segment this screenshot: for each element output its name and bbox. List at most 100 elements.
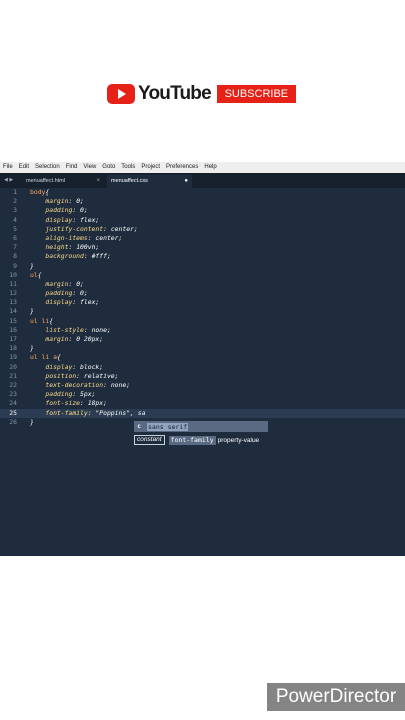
code-token: ; [95,215,100,224]
menu-find[interactable]: Find [66,162,78,173]
code-line[interactable]: 17 margin: 0 20px; [0,335,405,344]
autocomplete-property-name: font-family [168,435,216,445]
code-token: : [72,215,81,224]
code-line[interactable]: 22 text-decoration: none; [0,381,405,390]
menu-file[interactable]: File [3,162,13,173]
code-text: } [30,307,34,316]
code-text: font-size: 18px; [30,399,107,408]
code-token: : [80,399,88,408]
code-line[interactable]: 12 padding: 0; [0,289,405,298]
menu-bar: File Edit Selection Find View Goto Tools… [0,162,405,173]
powerdirector-watermark: PowerDirector [267,683,405,711]
line-number: 16 [9,325,17,334]
code-line[interactable]: 10 ul{ [0,271,405,280]
code-text: } [30,262,34,271]
code-token: { [45,188,50,196]
code-line[interactable]: 11 margin: 0; [0,280,405,289]
code-token: font-size [45,399,81,408]
menu-help[interactable]: Help [204,162,216,173]
code-token: : [72,362,81,371]
code-token: ul li [30,316,50,325]
menu-selection[interactable]: Selection [35,162,60,173]
code-line[interactable]: 7 height: 100vh; [0,243,405,252]
tab-menuaffect-css[interactable]: menuaffect.css ● [107,175,192,188]
code-token: body [30,188,46,196]
code-text: ul li a{ [30,353,61,362]
code-text: display: flex; [30,216,99,225]
menu-tools[interactable]: Tools [121,162,135,173]
menu-preferences[interactable]: Preferences [166,162,198,173]
unsaved-dot-icon[interactable]: ● [184,175,188,188]
code-token: height [45,243,69,252]
code-line[interactable]: 23 padding: 5px; [0,390,405,399]
line-number: 10 [9,270,17,279]
code-text: padding: 5px; [30,390,95,399]
line-number: 12 [9,289,17,298]
code-line[interactable]: 2 margin: 0; [0,197,405,206]
code-text: } [30,418,34,427]
code-token: display [45,215,73,224]
code-line[interactable]: 5 justify-content: center; [0,225,405,234]
code-text: ul{ [30,271,42,280]
code-line[interactable]: 19 ul li a{ [0,353,405,362]
menu-project[interactable]: Project [141,162,160,173]
code-line[interactable]: 24 font-size: 18px; [0,399,405,408]
code-token: margin [45,335,69,343]
code-line[interactable]: 18} [0,344,405,353]
line-number: 14 [9,307,17,316]
tab-label: menuaffect.css [111,178,148,184]
tab-menuaffect-html[interactable]: menuaffect.html × [22,175,104,188]
code-area[interactable]: 1 body{2 margin: 0; 3 padding: 0; 4 display… [0,188,405,427]
code-token: none [91,325,107,334]
code-line[interactable]: 21 position: relative; [0,372,405,381]
line-number: 21 [9,371,17,380]
code-editor-window: File Edit Selection Find View Goto Tools… [0,162,405,556]
menu-goto[interactable]: Goto [102,162,115,173]
code-line[interactable]: 25 font-family: "Poppins", sa [0,408,405,418]
code-token: ; [80,279,84,288]
autocomplete-item[interactable]: c sans serif [134,421,268,432]
code-line[interactable]: 16 list-style: none; [0,326,405,335]
code-text: margin: 0; [30,280,84,289]
code-text: display: flex; [30,298,99,307]
code-token: ; [106,252,111,261]
menu-edit[interactable]: Edit [19,162,29,173]
code-token: block [80,362,100,371]
code-token: background [45,252,84,261]
code-text: background: #fff; [30,252,111,261]
code-line[interactable]: 8 background: #fff; [0,252,405,261]
code-token: ; [103,399,107,408]
line-number: 2 [13,197,17,206]
code-line[interactable]: 15 ul li{ [0,317,405,326]
autocomplete-description: constant font-family property-value [134,435,259,445]
subscribe-button[interactable]: SUBSCRIBE [216,85,296,103]
line-number: 8 [13,252,17,261]
code-line[interactable]: 3 padding: 0; [0,206,405,215]
code-token: justify-content [45,224,104,233]
code-line[interactable]: 13 display: flex; [0,298,405,307]
code-token: ; [118,233,123,242]
code-text: font-family: "Poppins", sa [30,409,145,418]
line-number: 20 [9,362,17,371]
line-number: 19 [9,353,17,362]
code-text: height: 100vh; [30,243,99,252]
code-token: : [72,390,81,399]
code-line[interactable]: 20 display: block; [0,363,405,372]
code-line[interactable]: 4 display: flex; [0,216,405,225]
code-line[interactable]: 9} [0,262,405,271]
line-number: 18 [9,344,17,353]
tab-nav-arrows-icon[interactable]: ◀ ▶ [4,173,13,188]
autocomplete-desc-text: property-value [217,436,260,444]
line-number: 11 [9,279,17,288]
close-icon[interactable]: × [96,175,100,188]
line-number: 4 [13,215,17,224]
code-token: : [83,252,92,261]
menu-view[interactable]: View [83,162,96,173]
code-line[interactable]: 14} [0,307,405,316]
code-line[interactable]: 1 body{ [0,188,405,197]
code-line[interactable]: 6 align-items: center; [0,234,405,243]
line-number: 9 [13,261,17,270]
